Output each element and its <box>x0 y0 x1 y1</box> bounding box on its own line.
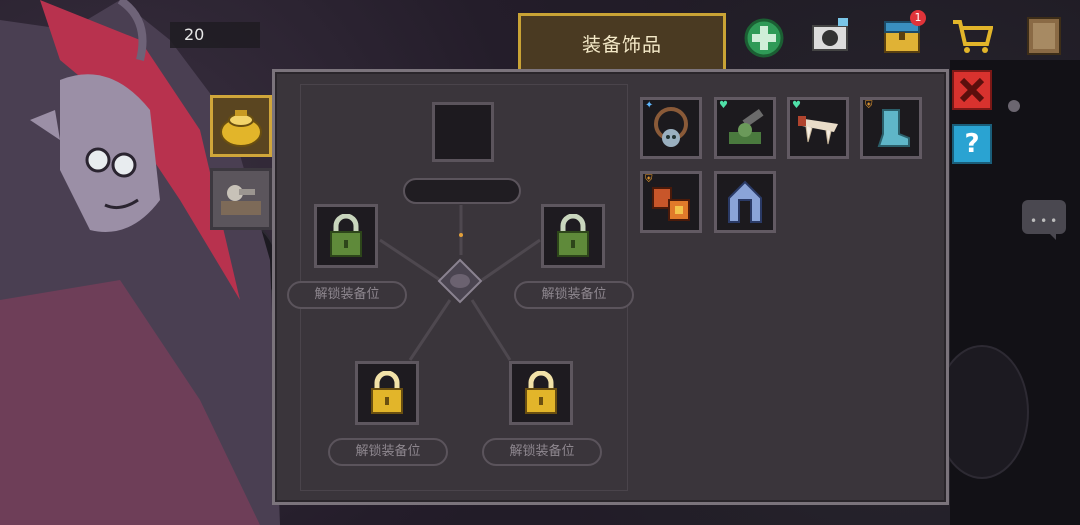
fire-gauntlet-icon <box>652 187 690 221</box>
chat-button[interactable]: ••• <box>1022 200 1066 240</box>
accessory-slot-left[interactable] <box>314 204 378 268</box>
unlock-slot-label[interactable]: 解锁装备位 <box>287 281 407 309</box>
gold-lock-icon <box>525 371 557 414</box>
treasure-button[interactable]: 1 <box>880 10 926 58</box>
inventory-item[interactable]: ⛨ <box>640 171 702 233</box>
book-icon <box>1027 17 1061 55</box>
notification-badge: 1 <box>910 10 926 26</box>
tab-equip-accessory[interactable]: 装备饰品 <box>518 13 726 73</box>
inventory-item[interactable] <box>714 171 776 233</box>
mouse-trap-icon <box>221 185 261 215</box>
close-button[interactable] <box>952 70 992 110</box>
accessory-slot-right[interactable] <box>541 204 605 268</box>
gold-lock-icon <box>371 371 403 414</box>
vampire-character-art <box>0 0 280 525</box>
inventory-item[interactable]: ⛨ <box>860 97 922 159</box>
unlock-slot-label[interactable]: 解锁装备位 <box>328 438 448 466</box>
side-tab-accessory[interactable] <box>210 95 272 157</box>
camera-button[interactable] <box>808 14 852 58</box>
accessory-name-bar <box>403 178 521 204</box>
accessory-slot-bottom-left[interactable] <box>355 361 419 425</box>
green-lock-icon <box>330 214 362 257</box>
status-dot <box>1008 100 1020 112</box>
joystick-ring-right <box>935 345 1029 479</box>
plus-icon <box>744 18 784 58</box>
shop-button[interactable] <box>950 14 994 58</box>
gold-pot-icon <box>220 110 262 147</box>
help-button[interactable]: ? <box>952 124 992 164</box>
blue-hood-icon <box>728 180 762 223</box>
inventory-item[interactable]: ♥ <box>714 97 776 159</box>
settings-book-button[interactable] <box>1022 14 1066 58</box>
inventory-item[interactable]: ♥ <box>787 97 849 159</box>
chat-bubble-icon: ••• <box>1030 214 1061 228</box>
question-icon: ? <box>964 129 980 159</box>
skull-necklace-icon <box>654 107 688 147</box>
shopping-cart-icon <box>953 20 993 53</box>
main-accessory-slot[interactable] <box>432 102 494 162</box>
center-gem-icon <box>437 258 483 304</box>
bone-fangs-icon <box>798 116 838 145</box>
inventory-item[interactable]: ✦ <box>640 97 702 159</box>
unlock-slot-label[interactable]: 解锁装备位 <box>514 281 634 309</box>
camera-icon <box>812 18 848 51</box>
teal-boot-icon <box>877 109 910 147</box>
unlock-slot-label[interactable]: 解锁装备位 <box>482 438 602 466</box>
coin-counter: 20 <box>170 22 260 48</box>
green-cannon-icon <box>729 108 764 144</box>
accessory-slot-bottom-right[interactable] <box>509 361 573 425</box>
green-lock-icon <box>557 214 589 257</box>
side-tab-trap[interactable] <box>210 168 272 230</box>
add-button[interactable] <box>742 16 786 60</box>
close-icon <box>959 77 985 103</box>
